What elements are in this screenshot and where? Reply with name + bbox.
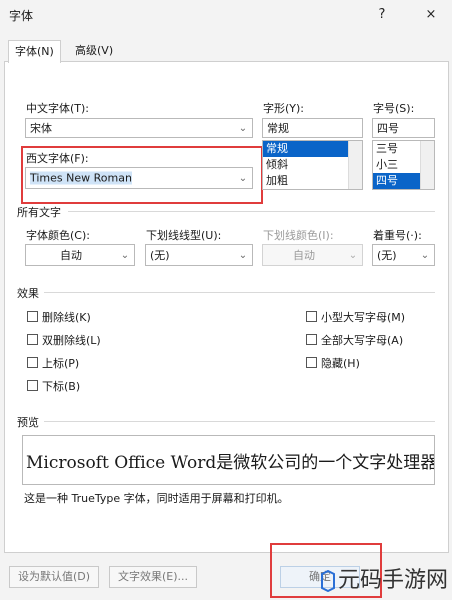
effects-heading: 效果 xyxy=(17,287,39,300)
style-list-scrollbar[interactable] xyxy=(348,141,362,189)
help-button[interactable]: ? xyxy=(369,4,395,26)
chinese-font-label: 中文字体(T): xyxy=(26,102,90,115)
strikethrough-checkbox[interactable] xyxy=(27,311,38,322)
western-font-select[interactable]: Times New Roman ⌄ xyxy=(25,167,253,189)
chevron-down-icon: ⌄ xyxy=(238,249,248,261)
divider xyxy=(44,292,435,293)
font-color-label: 字体颜色(C): xyxy=(26,229,90,242)
western-font-label: 西文字体(F): xyxy=(26,152,89,165)
subscript-label: 下标(B) xyxy=(42,380,81,393)
emphasis-select[interactable]: (无) ⌄ xyxy=(372,244,435,266)
underline-style-select[interactable]: (无) ⌄ xyxy=(145,244,253,266)
font-color-value: 自动 xyxy=(60,249,82,262)
chevron-down-icon: ⌄ xyxy=(120,249,130,261)
style-list[interactable]: 常规 倾斜 加粗 xyxy=(262,140,363,190)
chinese-font-select[interactable]: 宋体 ⌄ xyxy=(25,118,253,138)
hidden-checkbox[interactable] xyxy=(306,357,317,368)
double-strikethrough-checkbox[interactable] xyxy=(27,334,38,345)
all-text-heading: 所有文字 xyxy=(17,206,61,219)
emphasis-value: (无) xyxy=(377,249,397,262)
superscript-label: 上标(P) xyxy=(42,357,80,370)
size-list[interactable]: 三号 小三 四号 xyxy=(372,140,435,190)
western-font-value: Times New Roman xyxy=(30,171,132,185)
list-item[interactable]: 四号 xyxy=(373,173,420,189)
underline-style-label: 下划线线型(U): xyxy=(146,229,222,242)
font-type-note: 这是一种 TrueType 字体，同时适用于屏幕和打印机。 xyxy=(24,492,289,505)
underline-color-label: 下划线颜色(I): xyxy=(263,229,334,242)
underline-style-value: (无) xyxy=(150,249,170,262)
divider xyxy=(68,211,435,212)
double-strikethrough-label: 双删除线(L) xyxy=(42,334,101,347)
strikethrough-label: 删除线(K) xyxy=(42,311,91,324)
chevron-down-icon: ⌄ xyxy=(348,249,358,261)
size-label: 字号(S): xyxy=(373,102,415,115)
small-caps-label: 小型大写字母(M) xyxy=(321,311,406,324)
tab-advanced[interactable]: 高级(V) xyxy=(69,40,120,62)
dialog-title: 字体 xyxy=(9,9,34,23)
small-caps-checkbox[interactable] xyxy=(306,311,317,322)
set-default-button[interactable]: 设为默认值(D) xyxy=(9,566,99,588)
size-input[interactable]: 四号 xyxy=(372,118,435,138)
preview-text: Microsoft Office Word是微软公司的一个文字处理器应 xyxy=(26,453,435,473)
style-value: 常规 xyxy=(267,122,289,135)
all-caps-checkbox[interactable] xyxy=(306,334,317,345)
preview-heading: 预览 xyxy=(17,416,39,429)
subscript-checkbox[interactable] xyxy=(27,380,38,391)
chevron-down-icon: ⌄ xyxy=(238,122,248,134)
watermark: 元码手游网 xyxy=(320,562,448,594)
divider xyxy=(44,421,435,422)
underline-color-select[interactable]: 自动 ⌄ xyxy=(262,244,363,266)
emphasis-label: 着重号(·): xyxy=(373,229,422,242)
style-label: 字形(Y): xyxy=(263,102,305,115)
size-list-scrollbar[interactable] xyxy=(420,141,434,189)
underline-color-value: 自动 xyxy=(293,249,315,262)
chinese-font-value: 宋体 xyxy=(30,122,52,135)
tab-font[interactable]: 字体(N) xyxy=(8,40,61,63)
all-caps-label: 全部大写字母(A) xyxy=(321,334,404,347)
style-input[interactable]: 常规 xyxy=(262,118,363,138)
watermark-text: 元码手游网 xyxy=(337,568,448,593)
text-effects-button[interactable]: 文字效果(E)... xyxy=(109,566,197,588)
close-button[interactable]: × xyxy=(418,4,444,26)
hidden-label: 隐藏(H) xyxy=(321,357,360,370)
chevron-down-icon: ⌄ xyxy=(238,172,248,184)
superscript-checkbox[interactable] xyxy=(27,357,38,368)
list-item[interactable]: 常规 xyxy=(263,141,348,157)
font-color-select[interactable]: 自动 ⌄ xyxy=(25,244,135,266)
chevron-down-icon: ⌄ xyxy=(420,249,430,261)
preview-box: Microsoft Office Word是微软公司的一个文字处理器应 xyxy=(22,435,435,485)
size-value: 四号 xyxy=(377,122,399,135)
logo-icon xyxy=(320,570,335,592)
